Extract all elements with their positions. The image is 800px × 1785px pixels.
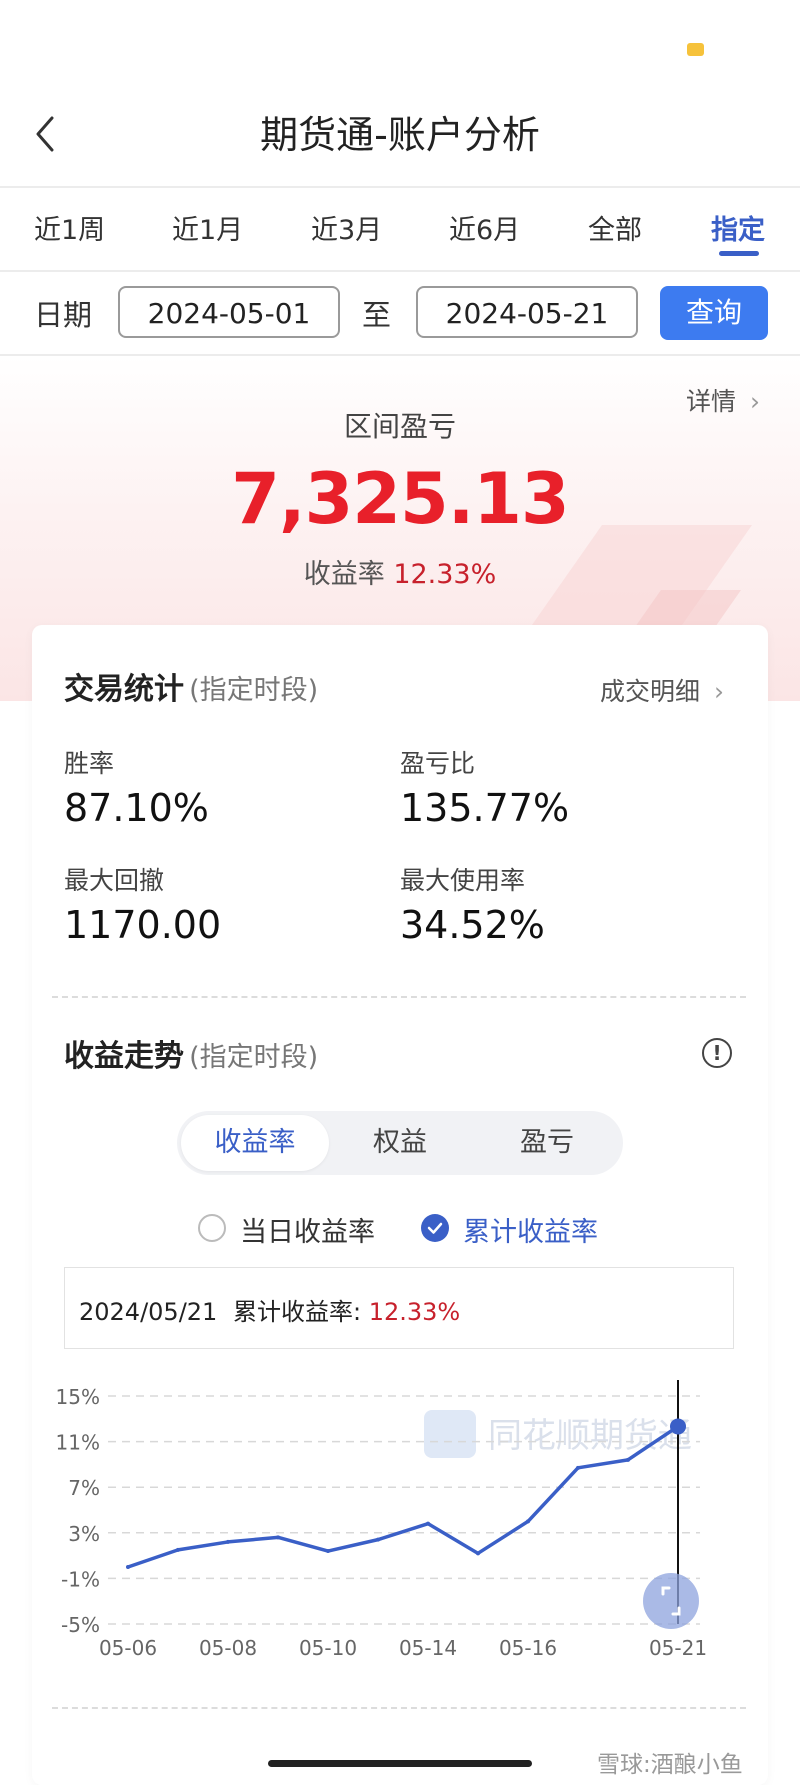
section-divider xyxy=(52,996,746,998)
footer-watermark: 雪球:酒酿小鱼 xyxy=(597,1752,743,1778)
segment-yield[interactable]: 收益率 xyxy=(181,1115,329,1171)
yield-label: 收益率 xyxy=(303,559,385,590)
trade-stats-heading: 交易统计 (指定时段) xyxy=(64,664,318,708)
tab-3-months[interactable]: 近3月 xyxy=(311,208,382,247)
max-usage-value: 34.52% xyxy=(400,903,545,947)
data-point xyxy=(326,1549,330,1554)
tooltip-value: 12.33% xyxy=(368,1298,461,1326)
y-tick-label: 7% xyxy=(68,1476,100,1500)
tab-1-week[interactable]: 近1周 xyxy=(34,208,105,247)
trade-stats-title: 交易统计 xyxy=(64,672,184,707)
period-tabs: 近1周 近1月 近3月 近6月 全部 指定 xyxy=(0,190,800,270)
data-point xyxy=(526,1519,530,1524)
radio-checked-icon xyxy=(421,1214,449,1242)
expand-chart-button[interactable] xyxy=(643,1573,699,1629)
radio-cumulative-yield-label: 累计收益率 xyxy=(463,1217,598,1248)
yield-line: 收益率 12.33% xyxy=(0,552,800,591)
end-date-field[interactable]: 2024-05-21 xyxy=(416,286,638,338)
tab-all[interactable]: 全部 xyxy=(588,208,642,247)
tab-1-month[interactable]: 近1月 xyxy=(172,208,243,247)
profit-loss-ratio-label: 盈亏比 xyxy=(400,749,476,778)
date-label: 日期 xyxy=(34,298,93,332)
segment-pnl[interactable]: 盈亏 xyxy=(473,1111,621,1175)
date-separator: 至 xyxy=(362,298,392,332)
trade-stats-subtitle: (指定时段) xyxy=(189,675,319,706)
x-tick-label: 05-14 xyxy=(399,1636,457,1660)
active-tab-indicator xyxy=(719,251,759,256)
trade-detail-label: 成交明细 xyxy=(600,677,701,706)
x-tick-label: 05-06 xyxy=(99,1636,157,1660)
x-tick-label: 05-08 xyxy=(199,1636,257,1660)
y-tick-label: 15% xyxy=(56,1385,100,1409)
data-point xyxy=(226,1539,230,1544)
query-button[interactable]: 查询 xyxy=(660,286,768,340)
data-point xyxy=(176,1547,180,1552)
profit-loss-ratio-value: 135.77% xyxy=(400,786,570,830)
y-tick-label: 3% xyxy=(68,1522,100,1546)
yield-value: 12.33% xyxy=(393,559,497,590)
radio-daily-yield-label: 当日收益率 xyxy=(240,1217,375,1248)
data-point xyxy=(276,1535,280,1540)
bottom-divider xyxy=(52,1707,746,1709)
trend-subtitle: (指定时段) xyxy=(189,1042,319,1073)
trade-detail-link[interactable]: 成交明细 › xyxy=(600,672,724,708)
highlight-point xyxy=(670,1418,686,1435)
x-tick-label: 05-10 xyxy=(299,1636,357,1660)
data-point xyxy=(126,1565,130,1569)
tab-custom[interactable]: 指定 xyxy=(711,208,765,247)
data-point xyxy=(626,1457,630,1462)
tabs-divider xyxy=(0,270,800,272)
tooltip-text: 2024/05/21 累计收益率: 12.33% xyxy=(79,1292,460,1327)
max-drawdown-value: 1170.00 xyxy=(64,903,222,947)
win-rate-label: 胜率 xyxy=(64,749,115,778)
radio-unchecked-icon xyxy=(198,1214,226,1242)
tooltip-date: 2024/05/21 xyxy=(79,1298,218,1326)
segment-equity[interactable]: 权益 xyxy=(326,1111,474,1175)
series-line xyxy=(126,1424,680,1569)
max-drawdown-label: 最大回撤 xyxy=(64,866,165,895)
metric-segmented-control: 收益率 权益 盈亏 xyxy=(177,1111,623,1175)
tab-6-months[interactable]: 近6月 xyxy=(449,208,520,247)
start-date-field[interactable]: 2024-05-01 xyxy=(118,286,340,338)
trend-heading: 收益走势 (指定时段) xyxy=(64,1031,318,1075)
trend-title: 收益走势 xyxy=(64,1039,184,1074)
max-usage-label: 最大使用率 xyxy=(400,866,526,895)
page-title: 期货通-账户分析 xyxy=(260,113,540,157)
status-indicator xyxy=(687,43,704,56)
chevron-right-icon: › xyxy=(713,677,724,706)
win-rate-value: 87.10% xyxy=(64,786,209,830)
header-divider xyxy=(0,186,800,188)
home-indicator[interactable] xyxy=(268,1760,532,1767)
y-tick-label: 11% xyxy=(56,1431,100,1455)
x-tick-label: 05-16 xyxy=(499,1636,557,1660)
y-tick-label: -5% xyxy=(61,1613,100,1637)
tooltip-label: 累计收益率: xyxy=(232,1298,362,1326)
chart-tooltip: 2024/05/21 累计收益率: 12.33% xyxy=(64,1267,734,1349)
data-point xyxy=(426,1521,430,1526)
info-icon[interactable]: ! xyxy=(702,1038,732,1068)
yield-trend-chart[interactable]: 15% 11% 7% 3% -1% -5%05-06 05-08 05-10 05-14 05-1… xyxy=(0,1380,800,1660)
range-pnl-label: 区间盈亏 xyxy=(343,410,456,443)
checkmark-icon xyxy=(427,1222,443,1234)
range-pnl-value: 7,325.13 xyxy=(231,458,569,540)
x-tick-label: 05-21 xyxy=(649,1636,707,1660)
data-point xyxy=(576,1465,580,1470)
data-point xyxy=(376,1537,380,1542)
y-tick-label: -1% xyxy=(61,1567,100,1591)
data-point xyxy=(476,1551,480,1556)
